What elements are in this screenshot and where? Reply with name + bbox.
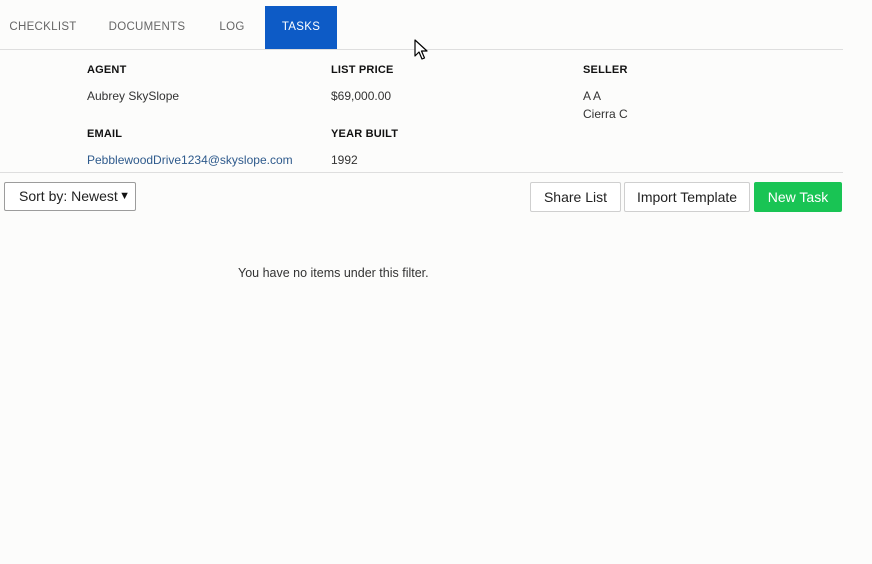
email-link[interactable]: PebblewoodDrive1234@skyslope.com xyxy=(87,151,293,169)
sort-label: Sort by: Newest xyxy=(19,188,118,204)
seller-name: Cierra C xyxy=(583,107,628,121)
list-price-label: LIST PRICE xyxy=(331,64,394,76)
tab-checklist[interactable]: CHECKLIST xyxy=(0,6,86,49)
year-built-field: YEAR BUILT 1992 xyxy=(331,128,398,169)
seller-label: SELLER xyxy=(583,64,628,76)
agent-value: Aubrey SkySlope xyxy=(87,89,180,103)
year-built-label: YEAR BUILT xyxy=(331,128,399,140)
email-label: EMAIL xyxy=(87,128,123,140)
empty-state-message: You have no items under this filter. xyxy=(238,266,429,280)
seller-name: A A xyxy=(583,89,602,103)
list-price-value: $69,000.00 xyxy=(331,89,392,103)
agent-field: AGENT Aubrey SkySlope xyxy=(87,64,179,105)
seller-field: SELLER A A Cierra C xyxy=(583,64,628,123)
share-list-button[interactable]: Share List xyxy=(530,182,621,212)
tab-documents[interactable]: DOCUMENTS xyxy=(104,6,190,49)
import-template-button[interactable]: Import Template xyxy=(624,182,750,212)
new-task-button[interactable]: New Task xyxy=(754,182,842,212)
details-divider xyxy=(0,172,843,173)
tab-tasks[interactable]: TASKS xyxy=(265,6,337,49)
sort-select[interactable]: Sort by: Newest ▼ xyxy=(4,182,136,211)
tab-log[interactable]: LOG xyxy=(214,6,250,49)
mouse-pointer-icon xyxy=(414,39,428,60)
agent-label: AGENT xyxy=(87,64,127,76)
email-field: EMAIL PebblewoodDrive1234@skyslope.com xyxy=(87,128,293,169)
list-price-field: LIST PRICE $69,000.00 xyxy=(331,64,394,105)
year-built-value: 1992 xyxy=(331,153,358,167)
seller-values: A A Cierra C xyxy=(583,87,628,123)
caret-down-icon: ▼ xyxy=(119,190,130,202)
